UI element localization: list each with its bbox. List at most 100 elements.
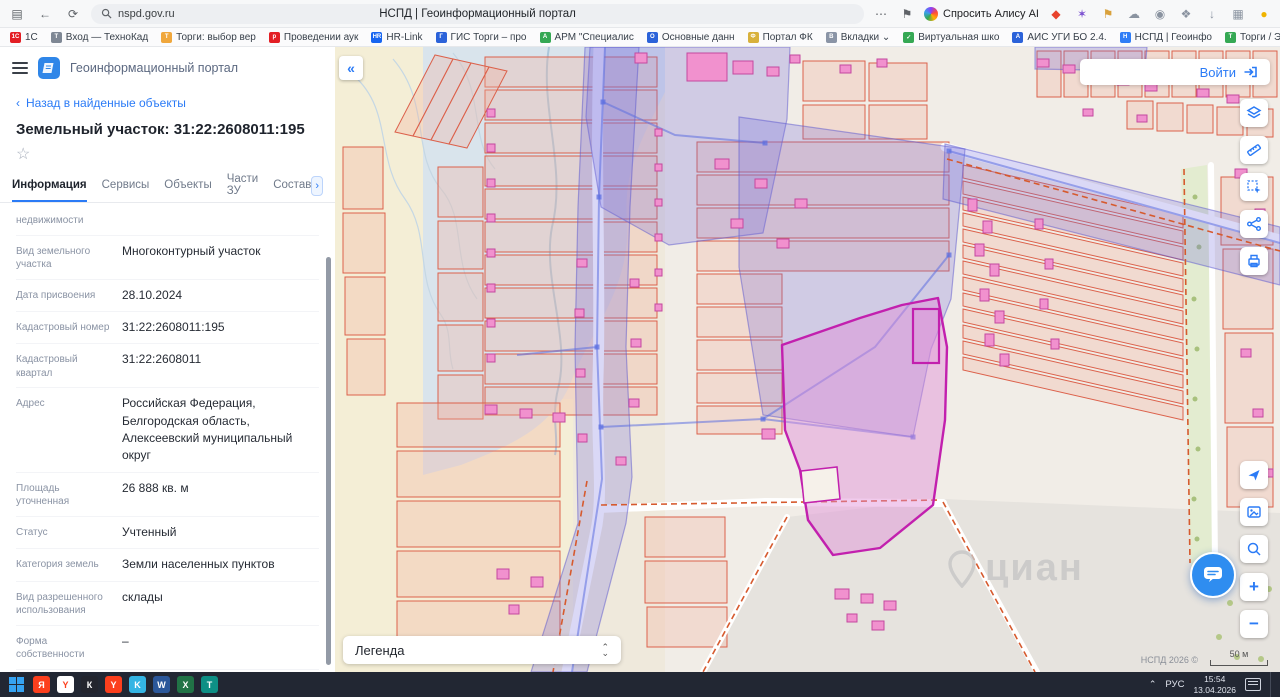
zoom-out-button[interactable]: − [1240,610,1268,638]
bookmark-item[interactable]: Г ГИС Торги – про [435,31,527,43]
bookmark-favicon: Т [50,31,62,43]
attribute-row: Дата присвоения 28.10.2024 [16,280,319,312]
print-button[interactable] [1240,247,1268,275]
bookmark-flag-icon[interactable]: ⚑ [899,6,915,22]
messenger-icon[interactable]: ✶ [1074,6,1090,22]
attribute-label: Статус [16,526,48,538]
bookmarks-bar: 1С 1С Т Вход — ТехноКад Т Торги: выбор в… [0,28,1280,47]
clock[interactable]: 15:54 13.04.2026 [1193,674,1236,695]
browser-right-icons: ◆ ✶ ⚑ ☁ ◉ ❖ ↓ ▦ ● [1048,6,1272,22]
bookmark-item[interactable]: HR HR-Link [371,31,423,43]
attribute-label: недвижимости [16,215,84,226]
attribute-row: Вид разрешенного использования склады [16,582,319,626]
bookmark-favicon: Т [161,31,173,43]
start-button[interactable] [6,675,26,695]
portal-title: Геоинформационный портал [70,61,239,75]
attribute-value: 31:22:2608011:195 [122,319,225,334]
apps-grid-icon[interactable]: ▦ [1230,6,1246,22]
cloud-icon[interactable]: ☁ [1126,6,1142,22]
attribute-label: Вид разрешенного использования [16,591,103,617]
bookmark-item[interactable]: Т Торги: выбор вер [161,31,256,43]
flag-icon[interactable]: ⚑ [1100,6,1116,22]
avatar-icon[interactable]: ● [1256,6,1272,22]
tab[interactable]: Информация [12,170,87,202]
back-icon[interactable]: ← [36,5,54,23]
attribute-row: Кадастровый номер 31:22:2608011:195 [16,312,319,345]
share-button[interactable] [1240,210,1268,238]
alerts-icon[interactable]: ◆ [1048,6,1064,22]
attribute-label: Дата присвоения [16,289,96,301]
tabs-list: Информация Сервисы Объекты Части ЗУ Состав [12,170,311,202]
excel-icon[interactable]: X [177,676,194,693]
my-location-button[interactable] [1240,461,1268,489]
portal-logo-icon [38,57,60,79]
map-canvas[interactable] [335,47,1280,672]
back-link[interactable]: ‹ Назад в найденные объекты [0,89,335,117]
legend-bar[interactable]: Легенда ⌃ ⌄ [343,636,621,664]
tabs-scroll-right-button[interactable]: › [311,176,323,196]
tab[interactable]: Части ЗУ [227,170,259,202]
messenger-app-icon[interactable]: K [129,676,146,693]
more-icon[interactable]: ⋯ [873,6,889,22]
bookmark-item[interactable]: Н НСПД | Геоинфо [1119,31,1212,43]
tabs-panel-icon[interactable]: ▤ [8,5,26,23]
attribute-row: Адрес Российская Федерация, Белгородская… [16,388,319,473]
bookmark-item[interactable]: А АРМ "Специалис [539,31,634,43]
bookmark-item[interactable]: 1С 1С [10,31,38,43]
map-search-button[interactable] [1240,535,1268,563]
favorite-star-icon[interactable]: ☆ [0,144,335,170]
address-bar[interactable]: nspd.gov.ru НСПД | Геоинформационный пор… [91,3,865,24]
bookmark-item[interactable]: В Вкладки ⌄ [825,31,890,43]
legend-label: Легенда [355,642,405,658]
bookmark-item[interactable]: Т Торги / ЭФКО Тор [1225,31,1280,43]
zoom-in-button[interactable]: + [1240,573,1268,601]
attribute-label: Категория земель [16,559,99,571]
yandex-start-icon[interactable]: Y [105,676,122,693]
map-area[interactable]: « Войти + − циан Легенда ⌃ ⌄ НСПД 2026 ©… [335,47,1280,672]
protect-icon[interactable]: ◉ [1152,6,1168,22]
tray-chevron-icon[interactable]: ⌃ [1149,679,1157,690]
yandex-browser-icon[interactable]: Y [57,676,74,693]
attribute-row: Форма собственности – [16,626,319,670]
screenshot-button[interactable] [1240,498,1268,526]
bookmark-item[interactable]: О Основные данн [646,31,735,43]
chat-button[interactable] [1190,552,1236,598]
bookmark-favicon: р [268,31,280,43]
show-desktop-button[interactable] [1270,672,1274,697]
tab[interactable]: Состав [273,170,311,202]
login-bar[interactable]: Войти [1080,59,1270,85]
attribute-label: Кадастровый квартал [16,354,78,379]
bookmark-item[interactable]: р Проведении аук [268,31,358,43]
tab[interactable]: Объекты [164,170,211,202]
ask-alice-button[interactable]: Спросить Алису AI [924,6,1039,21]
attribute-row: Кадастровый квартал 31:22:2608011 [16,344,319,389]
menu-icon[interactable] [12,62,28,74]
dark-app-icon[interactable]: К [81,676,98,693]
word-icon[interactable]: W [153,676,170,693]
panel-collapse-button[interactable]: « [339,56,363,80]
bookmark-item[interactable]: Ф Портал ФК [747,31,813,43]
extensions-icon[interactable]: ❖ [1178,6,1194,22]
attribute-value: 31:22:2608011 [122,352,202,367]
attribute-value: склады [122,589,163,604]
notifications-icon[interactable] [1245,678,1261,691]
bookmark-item[interactable]: А АИС УГИ БО 2.4. [1012,31,1107,43]
scale-label: 50 м [1229,649,1249,659]
panel-scrollbar[interactable] [326,257,331,665]
ruler-button[interactable] [1240,136,1268,164]
bookmark-item[interactable]: ✓ Виртуальная шко [903,31,999,43]
language-indicator[interactable]: РУС [1165,679,1184,690]
bookmark-favicon: А [539,31,551,43]
taskbar-apps: ЯYКYKWXT [33,676,218,693]
layers-button[interactable] [1240,99,1268,127]
teams-icon[interactable]: T [201,676,218,693]
attribute-label: Кадастровый номер [16,321,110,333]
select-area-button[interactable] [1240,173,1268,201]
bookmark-item[interactable]: Т Вход — ТехноКад [50,31,148,43]
yandex-app-icon[interactable]: Я [33,676,50,693]
tab[interactable]: Сервисы [102,170,150,202]
refresh-icon[interactable]: ⟳ [64,5,82,23]
download-icon[interactable]: ↓ [1204,6,1220,22]
attribute-label: Адрес [16,398,45,410]
bookmark-favicon: А [1012,31,1024,43]
